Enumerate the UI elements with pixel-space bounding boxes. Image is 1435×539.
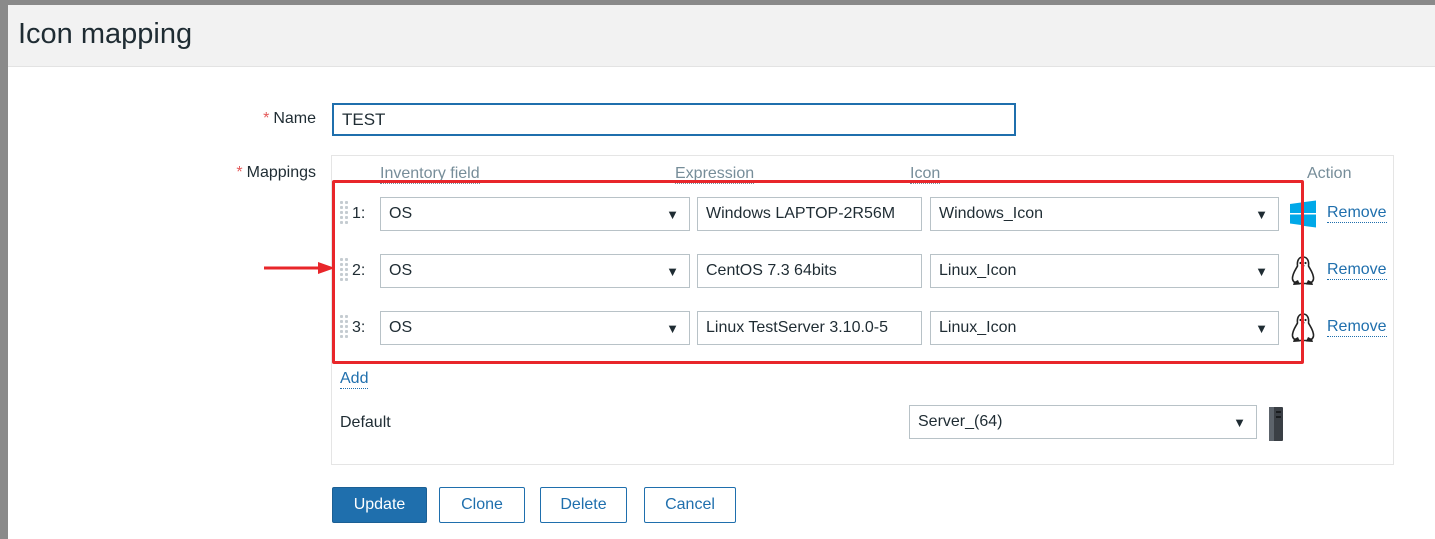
- icon-select-value: Linux_Icon: [939, 262, 1017, 279]
- inventory-field-value: OS: [389, 319, 413, 336]
- required-marker: *: [263, 110, 270, 127]
- mapping-row-2: 2: OS ▼ CentOS 7.3 64bits Linux_Icon ▼ R…: [340, 254, 1390, 288]
- dropdown-arrow-icon: ▼: [666, 321, 679, 336]
- mappings-label-text: Mappings: [246, 164, 316, 181]
- add-mapping-link[interactable]: Add: [340, 370, 369, 389]
- dropdown-arrow-icon: ▼: [1255, 264, 1268, 279]
- linux-penguin-icon: [1291, 313, 1315, 342]
- page-title: Icon mapping: [18, 18, 193, 50]
- inventory-field-select[interactable]: OS ▼: [380, 197, 690, 231]
- icon-select[interactable]: Linux_Icon ▼: [930, 311, 1279, 345]
- update-button[interactable]: Update: [332, 487, 427, 523]
- dropdown-arrow-icon: ▼: [666, 264, 679, 279]
- row-number: 3:: [352, 319, 366, 336]
- header-expression[interactable]: Expression: [675, 165, 755, 184]
- drag-handle-icon[interactable]: [340, 258, 348, 284]
- name-label-text: Name: [273, 110, 316, 127]
- header-inventory-field[interactable]: Inventory field: [380, 165, 480, 184]
- inventory-field-value: OS: [389, 205, 413, 222]
- drag-handle-icon[interactable]: [340, 201, 348, 227]
- icon-mapping-form: *Name *Mappings Inventory field Expressi…: [22, 80, 1435, 539]
- dropdown-arrow-icon: ▼: [666, 207, 679, 222]
- drag-handle-icon[interactable]: [340, 315, 348, 341]
- default-label: Default: [340, 414, 391, 431]
- cancel-button[interactable]: Cancel: [644, 487, 736, 523]
- delete-button[interactable]: Delete: [540, 487, 627, 523]
- name-input[interactable]: [332, 103, 1016, 136]
- window-frame-left: [0, 0, 8, 539]
- icon-select[interactable]: Linux_Icon ▼: [930, 254, 1279, 288]
- inventory-field-select[interactable]: OS ▼: [380, 311, 690, 345]
- inventory-field-select[interactable]: OS ▼: [380, 254, 690, 288]
- dropdown-arrow-icon: ▼: [1255, 321, 1268, 336]
- icon-select-value: Windows_Icon: [939, 205, 1044, 222]
- dropdown-arrow-icon: ▼: [1233, 415, 1246, 430]
- expression-input[interactable]: CentOS 7.3 64bits: [697, 254, 922, 288]
- page-header: Icon mapping: [8, 5, 1435, 67]
- inventory-field-value: OS: [389, 262, 413, 279]
- required-marker: *: [236, 164, 243, 181]
- header-icon[interactable]: Icon: [910, 165, 941, 184]
- header-action: Action: [1307, 165, 1352, 182]
- default-icon-value: Server_(64): [918, 413, 1003, 430]
- mappings-label: * Mappings: [192, 164, 316, 182]
- remove-link[interactable]: Remove: [1327, 204, 1387, 223]
- remove-link[interactable]: Remove: [1327, 318, 1387, 337]
- icon-select-value: Linux_Icon: [939, 319, 1017, 336]
- expression-input[interactable]: Windows LAPTOP-2R56M: [697, 197, 922, 231]
- mapping-row-3: 3: OS ▼ Linux TestServer 3.10.0-5 Linux_…: [340, 311, 1390, 345]
- windows-icon: [1290, 200, 1316, 228]
- name-label: * Name: [222, 110, 316, 128]
- expression-input[interactable]: Linux TestServer 3.10.0-5: [697, 311, 922, 345]
- row-number: 1:: [352, 205, 366, 222]
- row-number: 2:: [352, 262, 366, 279]
- linux-penguin-icon: [1291, 256, 1315, 285]
- server-icon: [1269, 407, 1283, 441]
- icon-select[interactable]: Windows_Icon ▼: [930, 197, 1279, 231]
- dropdown-arrow-icon: ▼: [1255, 207, 1268, 222]
- clone-button[interactable]: Clone: [439, 487, 525, 523]
- default-icon-select[interactable]: Server_(64) ▼: [909, 405, 1257, 439]
- remove-link[interactable]: Remove: [1327, 261, 1387, 280]
- annotation-arrow-icon: [264, 262, 335, 274]
- mapping-row-1: 1: OS ▼ Windows LAPTOP-2R56M Windows_Ico…: [340, 197, 1390, 231]
